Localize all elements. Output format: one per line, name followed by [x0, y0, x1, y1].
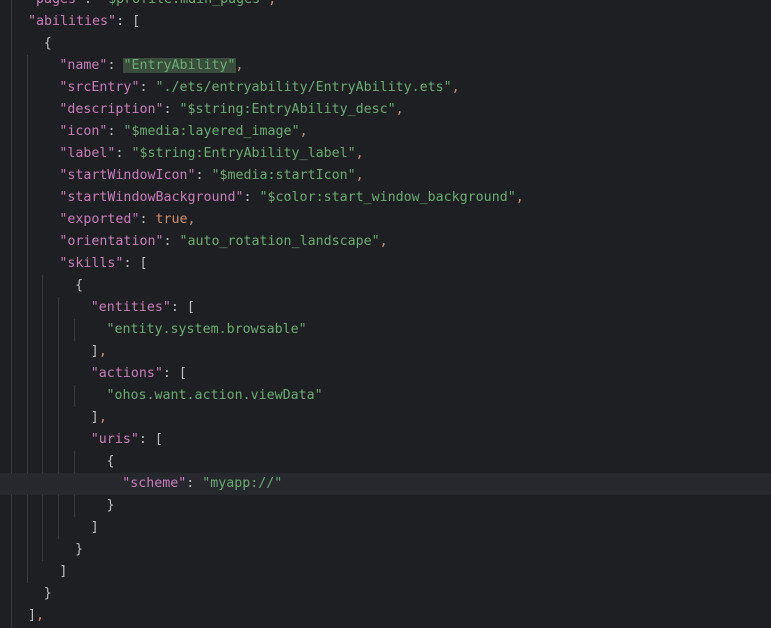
code-token: "uris" — [90, 432, 139, 447]
code-token: : [ — [162, 366, 187, 381]
code-token: , — [36, 608, 45, 623]
code-token: "entity.system.browsable" — [106, 322, 307, 337]
code-token: , — [395, 102, 404, 117]
code-token: ] — [90, 410, 99, 425]
code-token: : — [243, 190, 260, 205]
code-token: : — [139, 212, 156, 227]
code-line[interactable]: "label": "$string:EntryAbility_label", — [0, 143, 771, 165]
code-token: "description" — [59, 102, 164, 117]
code-token: : — [139, 80, 156, 95]
code-token: "actions" — [90, 366, 163, 381]
code-token: "auto_rotation_landscape" — [179, 234, 380, 249]
code-token: "myapp://" — [202, 476, 283, 491]
code-line[interactable]: ], — [0, 605, 771, 627]
code-token: "startWindowBackground" — [59, 190, 244, 205]
code-line[interactable]: "uris": [ — [0, 429, 771, 451]
code-token: : — [163, 102, 180, 117]
code-token: : — [107, 58, 124, 73]
code-line[interactable]: "skills": [ — [0, 253, 771, 275]
code-token: "exported" — [59, 212, 140, 227]
code-line[interactable]: "srcEntry": "./ets/entryability/EntryAbi… — [0, 77, 771, 99]
code-line[interactable]: "scheme": "myapp://" — [0, 473, 771, 495]
code-token: "$profile:main_pages" — [100, 0, 268, 7]
code-token: "startWindowIcon" — [59, 168, 196, 183]
code-line[interactable]: "icon": "$media:layered_image", — [0, 121, 771, 143]
code-token: "scheme" — [122, 476, 187, 491]
code-token: "orientation" — [59, 234, 164, 249]
code-line[interactable]: { — [0, 451, 771, 473]
code-token: "abilities" — [28, 14, 117, 29]
code-token: : — [163, 234, 180, 249]
code-token: : — [115, 146, 132, 161]
code-token: ] — [90, 344, 99, 359]
code-token: "skills" — [59, 256, 124, 271]
code-token: "name" — [59, 58, 108, 73]
code-token: "$color:start_window_background" — [259, 190, 516, 205]
code-token: "ohos.want.action.viewData" — [106, 388, 323, 403]
code-token: "label" — [59, 146, 116, 161]
code-token: : — [186, 476, 203, 491]
code-line[interactable]: } — [0, 583, 771, 605]
code-token: , — [98, 344, 107, 359]
code-line[interactable]: ] — [0, 561, 771, 583]
code-line[interactable]: "ohos.want.action.viewData" — [0, 385, 771, 407]
code-token: : [ — [116, 14, 141, 29]
code-token: "$string:EntryAbility_label" — [131, 146, 356, 161]
code-line[interactable]: } — [0, 539, 771, 561]
code-token: { — [75, 278, 84, 293]
code-line[interactable]: "exported": true, — [0, 209, 771, 231]
code-line[interactable]: "entity.system.browsable" — [0, 319, 771, 341]
code-token: : — [84, 0, 100, 7]
code-token: , — [451, 80, 460, 95]
code-token: "./ets/entryability/EntryAbility.ets" — [155, 80, 452, 95]
code-line[interactable]: "actions": [ — [0, 363, 771, 385]
code-line[interactable]: } — [0, 495, 771, 517]
code-token: "icon" — [59, 124, 108, 139]
code-token: "srcEntry" — [59, 80, 140, 95]
code-token: "$media:layered_image" — [123, 124, 300, 139]
code-token: , — [268, 0, 276, 7]
code-token: : [ — [138, 432, 163, 447]
code-line[interactable]: "pages": "$profile:main_pages", — [0, 0, 771, 11]
code-line[interactable]: { — [0, 275, 771, 297]
code-line[interactable]: ] — [0, 517, 771, 539]
code-line[interactable]: { — [0, 33, 771, 55]
code-token: true — [155, 212, 188, 227]
code-token: ] — [90, 520, 99, 535]
code-line[interactable]: "entities": [ — [0, 297, 771, 319]
code-editor[interactable]: "pages": "$profile:main_pages","abilitie… — [0, 0, 771, 628]
code-token: "$string:EntryAbility_desc" — [179, 102, 396, 117]
code-token: : [ — [170, 300, 195, 315]
code-line[interactable]: "description": "$string:EntryAbility_des… — [0, 99, 771, 121]
code-token: : — [195, 168, 212, 183]
code-line[interactable]: "orientation": "auto_rotation_landscape"… — [0, 231, 771, 253]
code-token: , — [515, 190, 524, 205]
code-token: } — [75, 542, 84, 557]
code-token: : [ — [123, 256, 148, 271]
code-token: , — [187, 212, 196, 227]
code-line[interactable]: "name": "EntryAbility", — [0, 55, 771, 77]
code-token: : — [107, 124, 124, 139]
code-token: , — [299, 124, 308, 139]
code-token: } — [43, 586, 52, 601]
code-token: ] — [28, 608, 37, 623]
code-line[interactable]: "startWindowIcon": "$media:startIcon", — [0, 165, 771, 187]
code-line[interactable]: ], — [0, 407, 771, 429]
code-token: "EntryAbility" — [123, 58, 236, 73]
code-token: "$media:startIcon" — [211, 168, 356, 183]
code-line[interactable]: ], — [0, 341, 771, 363]
code-token: , — [355, 168, 364, 183]
code-line[interactable]: "startWindowBackground": "$color:start_w… — [0, 187, 771, 209]
code-token: ] — [59, 564, 68, 579]
code-token: { — [43, 36, 52, 51]
code-token: , — [379, 234, 388, 249]
code-token: , — [98, 410, 107, 425]
code-token: { — [106, 454, 115, 469]
code-token: , — [235, 58, 244, 73]
code-token: "entities" — [90, 300, 171, 315]
code-token: , — [355, 146, 364, 161]
code-token: } — [106, 498, 115, 513]
code-token: "pages" — [28, 0, 84, 7]
code-line[interactable]: "abilities": [ — [0, 11, 771, 33]
